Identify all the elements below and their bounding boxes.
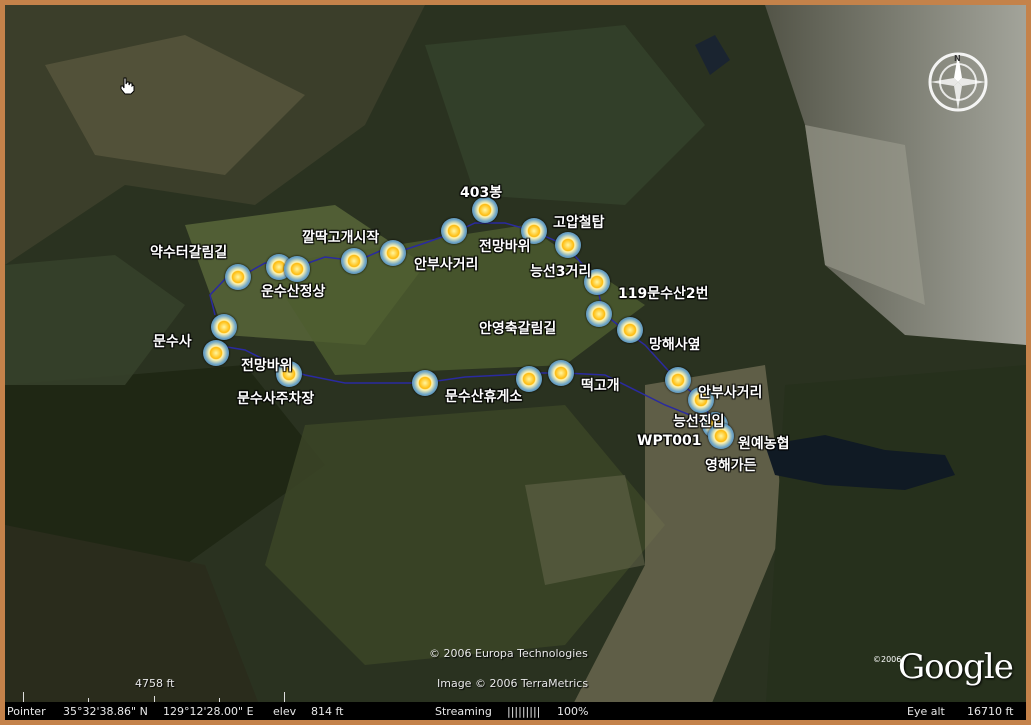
waypoint-icon[interactable] bbox=[225, 264, 251, 290]
google-logo: Google bbox=[898, 647, 1014, 687]
copyright-terrametrics: Image © 2006 TerraMetrics bbox=[437, 677, 589, 690]
eye-alt-value: 16710 ft bbox=[967, 705, 1014, 718]
waypoint-icon[interactable] bbox=[203, 340, 229, 366]
scale-label: 4758 ft bbox=[135, 677, 175, 690]
waypoint-icon[interactable] bbox=[548, 360, 574, 386]
waypoint-icon[interactable] bbox=[380, 240, 406, 266]
waypoint-label: 떡고개 bbox=[581, 378, 620, 394]
compass-north-label: N bbox=[954, 54, 961, 63]
pointer-latitude: 35°32'38.86" N bbox=[63, 705, 148, 718]
eye-alt-label: Eye alt bbox=[907, 705, 945, 718]
copyright-europa: © 2006 Europa Technologies bbox=[429, 647, 588, 660]
waypoint-icon[interactable] bbox=[284, 256, 310, 282]
waypoint-label: 약수터갈림길 bbox=[150, 245, 228, 261]
waypoint-label: 운수산정상 bbox=[261, 284, 326, 300]
waypoint-label: 망해사옆 bbox=[649, 337, 701, 353]
waypoint-label: 문수산휴게소 bbox=[445, 389, 523, 405]
waypoint-icon[interactable] bbox=[555, 232, 581, 258]
waypoint-label: 문수사 bbox=[153, 334, 192, 350]
waypoint-icon[interactable] bbox=[441, 218, 467, 244]
waypoint-label: 전망바위 bbox=[241, 358, 293, 374]
satellite-map[interactable] bbox=[5, 5, 1026, 720]
waypoint-icon[interactable] bbox=[586, 301, 612, 327]
waypoint-label: 전망바위 bbox=[479, 239, 531, 255]
waypoint-label: 영해가든 bbox=[705, 458, 757, 474]
elevation-label: elev bbox=[273, 705, 297, 718]
waypoint-label: WPT001 bbox=[637, 433, 702, 449]
waypoint-label: 원예농협 bbox=[738, 436, 790, 452]
status-bar: Pointer 35°32'38.86" N 129°12'28.00" E e… bbox=[5, 702, 1026, 720]
waypoint-icon[interactable] bbox=[211, 314, 237, 340]
pointer-longitude: 129°12'28.00" E bbox=[163, 705, 254, 718]
waypoint-label: 안부사거리 bbox=[414, 257, 479, 273]
waypoint-label: 능선3거리 bbox=[530, 264, 592, 280]
pointer-label: Pointer bbox=[7, 705, 46, 718]
waypoint-label: 안부사거리 bbox=[698, 385, 763, 401]
waypoint-icon[interactable] bbox=[617, 317, 643, 343]
waypoint-label: 문수사주차장 bbox=[237, 391, 315, 407]
waypoint-label: 안영축갈림길 bbox=[479, 321, 557, 337]
earth-viewport-frame: 403봉 고압철탑 전망바위 능선3거리 깔딱고개시작 안부사거리 약수터갈림길… bbox=[0, 0, 1031, 725]
waypoint-label: 403봉 bbox=[460, 185, 503, 201]
waypoint-icon[interactable] bbox=[341, 248, 367, 274]
compass-icon[interactable]: N bbox=[927, 51, 989, 113]
waypoint-label: 고압철탑 bbox=[553, 215, 605, 231]
waypoint-label: 능선진입 bbox=[673, 414, 725, 430]
elevation-value: 814 ft bbox=[311, 705, 344, 718]
waypoint-icon[interactable] bbox=[412, 370, 438, 396]
waypoint-label: 깔딱고개시작 bbox=[302, 230, 380, 246]
streaming-progress-bar: ||||||||| bbox=[507, 705, 541, 718]
hand-cursor-icon bbox=[119, 77, 135, 99]
waypoint-label: 119문수산2번 bbox=[618, 286, 709, 302]
streaming-label: Streaming bbox=[435, 705, 492, 718]
streaming-percent: 100% bbox=[557, 705, 589, 718]
